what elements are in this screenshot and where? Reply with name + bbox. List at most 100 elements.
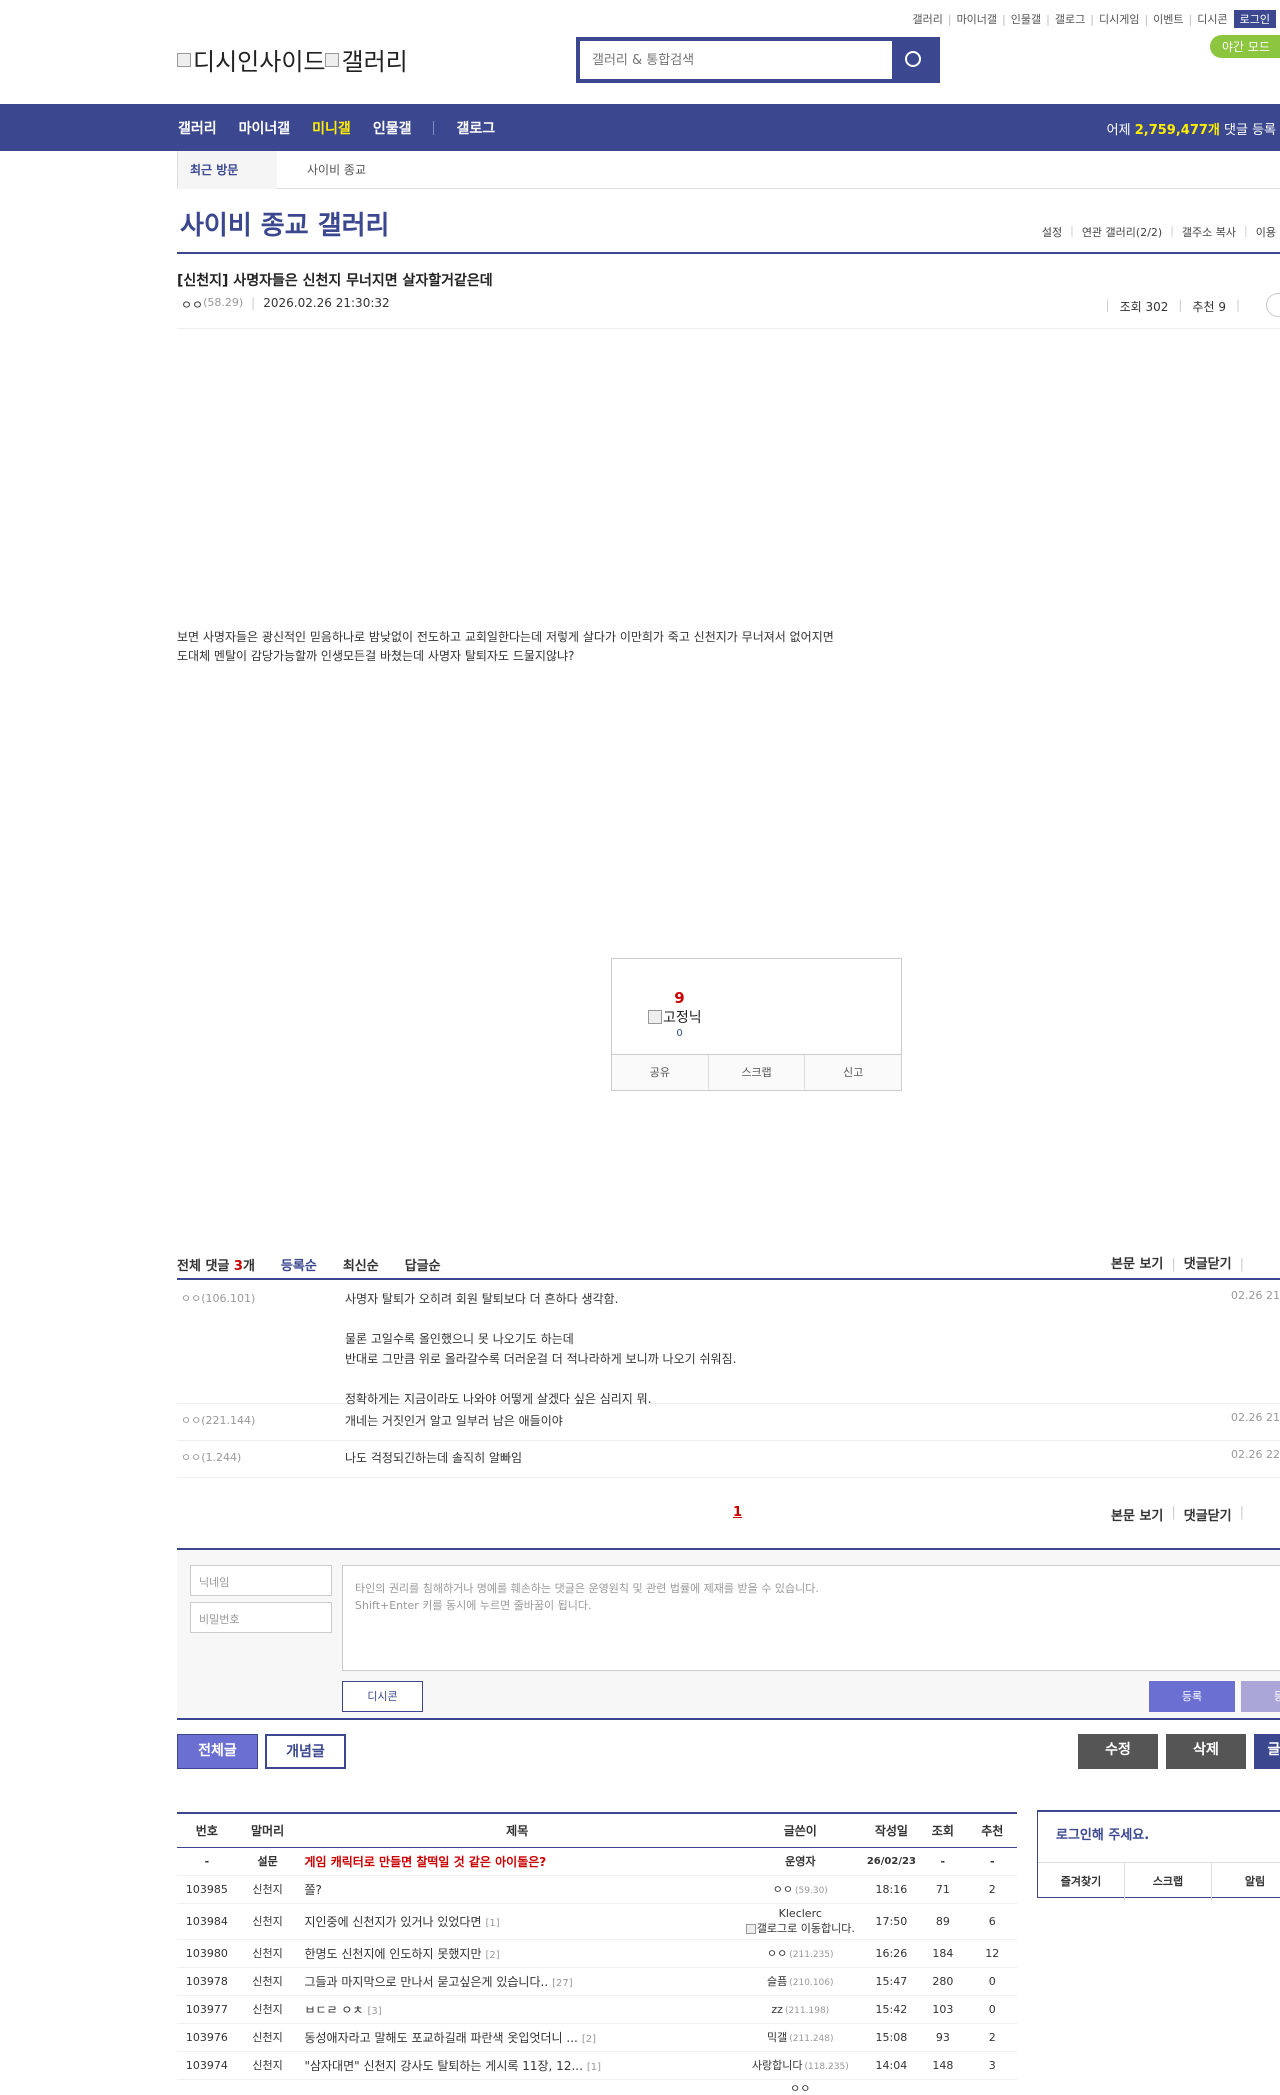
nav-gallog[interactable]: 갤로그: [456, 118, 495, 138]
login-prompt[interactable]: 로그인해 주세요.: [1056, 1824, 1149, 1843]
gallery-menu-related[interactable]: 연관 갤러리(2/2): [1082, 224, 1162, 240]
nav-minor[interactable]: 마이너갤: [239, 118, 291, 138]
search-icon[interactable]: [892, 41, 936, 79]
cell-writer[interactable]: zz (211.198): [735, 1995, 865, 2024]
cell-title[interactable]: ㅂㄷㄹ ㅇㅊ [3]: [298, 1995, 736, 2024]
table-row[interactable]: 103985 신천지 쫄? ㅇㅇ (59.30) 18:16 71 2: [177, 1875, 1017, 1904]
col-title: 제목: [298, 1812, 736, 1848]
cell-views: 89: [918, 1903, 968, 1940]
close-comments-button[interactable]: 댓글닫기: [1184, 1250, 1232, 1280]
notification-link[interactable]: 알림: [1212, 1863, 1280, 1900]
search-input[interactable]: [580, 41, 892, 79]
util-link-minor[interactable]: 마이너갤: [957, 11, 997, 27]
table-row[interactable]: 103977 신천지 ㅂㄷㄹ ㅇㅊ [3] zz (211.198) 15:42 1…: [177, 1995, 1017, 2024]
gallery-title[interactable]: 사이비 종교 갤러리: [180, 205, 389, 242]
cell-recommend: 0: [967, 1995, 1017, 2024]
col-head: 말머리: [236, 1812, 299, 1848]
gallog-link[interactable]: 갤로그로 이동합니다.: [736, 1920, 865, 1936]
table-row-notice[interactable]: - 설문 게임 캐릭터로 만들면 찰떡일 것 같은 아이돌은? 운영자 26/0…: [177, 1847, 1017, 1876]
cell-writer[interactable]: 슬픔 (210.106): [735, 1967, 865, 1996]
cell-date: 14:04: [864, 2051, 919, 2080]
login-box: 로그인해 주세요. 즐겨찾기 스크랩 알림: [1037, 1810, 1280, 1900]
scrap-button[interactable]: 스크랩: [709, 1055, 806, 1090]
cell-title[interactable]: 지인중에 신천지가 있거나 있었다면 [1]: [298, 1903, 736, 1940]
util-link-gallery[interactable]: 갤러리: [912, 11, 942, 27]
cell-writer[interactable]: 운영자: [735, 1847, 865, 1876]
report-button[interactable]: 신고: [805, 1055, 901, 1090]
cell-views: -: [918, 1847, 968, 1876]
post-author-ip: (58.29): [203, 296, 244, 309]
table-row[interactable]: 103980 신천지 한명도 신천지에 인도하지 못했지만 [2] ㅇㅇ (211.…: [177, 1939, 1017, 1968]
table-row-partial[interactable]: ㅇㅇ: [177, 2079, 1017, 2095]
cell-writer[interactable]: Kleclerc 갤로그로 이동합니다.: [735, 1903, 865, 1940]
write-button[interactable]: 글: [1254, 1734, 1280, 1769]
nav-mini[interactable]: 미니갤: [312, 118, 351, 138]
table-row[interactable]: 103974 신천지 "삼자대면" 신천지 강사도 탈퇴하는 게시록 11장, …: [177, 2051, 1017, 2080]
recent-visit-bar: 최근 방문 사이비 종교: [177, 150, 1280, 189]
post-author[interactable]: ㅇㅇ: [181, 296, 203, 313]
night-mode-button[interactable]: 야간 모드: [1210, 35, 1280, 58]
gallery-menu-usage[interactable]: 이용: [1256, 224, 1276, 240]
cell-title[interactable]: 한명도 신천지에 인도하지 못했지만 [2]: [298, 1939, 736, 1968]
cell-title[interactable]: 그들과 마지막으로 만나서 묻고싶은게 있습니다.. [27]: [298, 1967, 736, 1996]
col-views: 조회: [918, 1812, 968, 1848]
cell-writer[interactable]: ㅇㅇ: [736, 2079, 865, 2095]
scrap-link[interactable]: 스크랩: [1125, 1863, 1212, 1900]
table-row[interactable]: 103976 신천지 동성애자라고 말해도 포교하길래 파란색 옷입엇더니 ..…: [177, 2023, 1017, 2052]
comment-author[interactable]: ㅇㅇ(221.144): [181, 1412, 255, 1428]
delete-button[interactable]: 삭제: [1166, 1734, 1246, 1769]
table-row[interactable]: 103984 신천지 지인중에 신천지가 있거나 있었다면 [1] Klecler…: [177, 1903, 1017, 1940]
cell-writer[interactable]: 사랑합니다 (118.235): [735, 2051, 865, 2080]
cell-title[interactable]: 게임 캐릭터로 만들면 찰떡일 것 같은 아이돌은?: [298, 1847, 736, 1876]
cell-recommend: 2: [967, 2023, 1017, 2052]
gallery-menu-settings[interactable]: 설정: [1042, 224, 1062, 240]
recent-visit-label[interactable]: 최근 방문: [177, 150, 277, 189]
recent-visit-item[interactable]: 사이비 종교: [307, 161, 366, 178]
sort-registered[interactable]: 등록순: [281, 1255, 317, 1274]
site-logo[interactable]: 디시인사이드 갤러리: [177, 42, 408, 77]
util-link-person[interactable]: 인물갤: [1011, 11, 1041, 27]
nav-gallery[interactable]: 갤러리: [178, 118, 217, 138]
favorites-link[interactable]: 즐겨찾기: [1038, 1863, 1125, 1900]
all-posts-button[interactable]: 전체글: [177, 1734, 258, 1769]
view-body-button[interactable]: 본문 보기: [1111, 1250, 1163, 1280]
comment-jump-icon[interactable]: [1266, 293, 1280, 317]
gallery-menu-copy-url[interactable]: 갤주소 복사: [1182, 224, 1236, 240]
comment-page-1[interactable]: 1: [733, 1505, 742, 1520]
post-date: 2026.02.26 21:30:32: [263, 296, 390, 310]
edit-button[interactable]: 수정: [1078, 1734, 1158, 1769]
util-link-event[interactable]: 이벤트: [1153, 11, 1183, 27]
concept-posts-button[interactable]: 개념글: [265, 1734, 346, 1769]
comment-time: 02.26 22: [1231, 1448, 1280, 1461]
view-body-button-bottom[interactable]: 본문 보기: [1111, 1505, 1163, 1524]
sort-latest[interactable]: 최신순: [343, 1255, 379, 1274]
comment-textarea[interactable]: 타인의 권리를 침해하거나 명예를 훼손하는 댓글은 운영원칙 및 관련 법률에…: [342, 1565, 1280, 1671]
util-link-dccon[interactable]: 디시콘: [1197, 11, 1227, 27]
util-link-game[interactable]: 디시게임: [1099, 11, 1139, 27]
cell-writer[interactable]: 믹갤 (211.248): [735, 2023, 865, 2052]
cell-title[interactable]: 쫄?: [298, 1875, 736, 1904]
login-button[interactable]: 로그인: [1233, 10, 1276, 28]
sort-replies[interactable]: 답글순: [405, 1255, 441, 1274]
col-number: 번호: [177, 1812, 237, 1848]
dccon-button[interactable]: 디시콘: [342, 1681, 423, 1712]
share-button[interactable]: 공유: [612, 1055, 709, 1090]
nickname-input[interactable]: 닉네임: [190, 1565, 332, 1596]
comment-author[interactable]: ㅇㅇ(106.101): [181, 1290, 255, 1306]
comment-submit-alt-button[interactable]: 등록: [1241, 1681, 1280, 1712]
util-link-gallog[interactable]: 갤로그: [1055, 11, 1085, 27]
comment-total: 전체 댓글 3개: [177, 1258, 255, 1274]
table-row[interactable]: 103978 신천지 그들과 마지막으로 만나서 묻고싶은게 있습니다.. [27…: [177, 1967, 1017, 1996]
password-input[interactable]: 비밀번호: [190, 1602, 332, 1633]
close-comments-button-bottom[interactable]: 댓글닫기: [1184, 1505, 1232, 1524]
cell-title[interactable]: 동성애자라고 말해도 포교하길래 파란색 옷입엇더니 ... [2]: [298, 2023, 736, 2052]
comment-author[interactable]: ㅇㅇ(1.244): [181, 1449, 241, 1465]
fixed-nick-recommend-button[interactable]: 고정닉: [648, 1007, 702, 1027]
cell-writer[interactable]: ㅇㅇ (211.235): [735, 1939, 865, 1968]
cell-title[interactable]: "삼자대면" 신천지 강사도 탈퇴하는 게시록 11장, 12... [1]: [298, 2051, 736, 2080]
comment-submit-button[interactable]: 등록: [1149, 1681, 1235, 1712]
list-header-row: 번호 말머리 제목 글쓴이 작성일 조회 추천: [177, 1812, 1017, 1848]
cell-writer[interactable]: ㅇㅇ (59.30): [735, 1875, 865, 1904]
cell-date: 16:26: [864, 1939, 919, 1968]
nav-person[interactable]: 인물갤: [373, 118, 412, 138]
